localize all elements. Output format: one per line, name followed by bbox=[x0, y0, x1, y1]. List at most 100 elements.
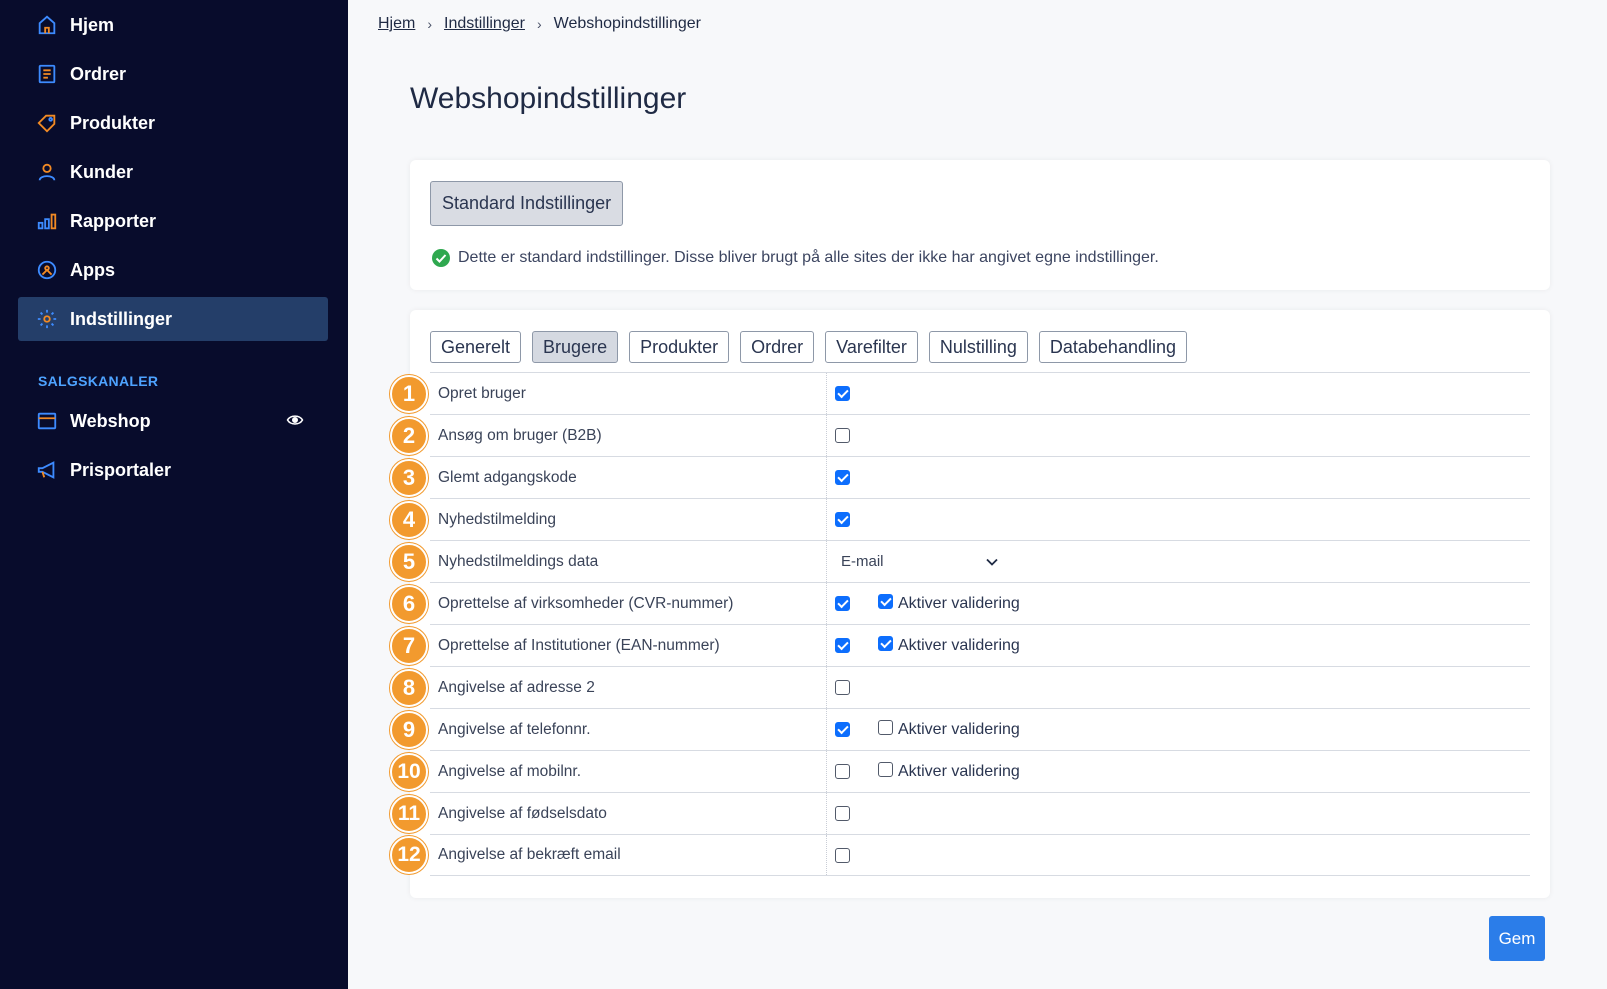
validation-label: Aktiver validering bbox=[898, 720, 1020, 738]
sidebar-item-hjem[interactable]: Hjem bbox=[18, 3, 328, 47]
table-row: 6 Oprettelse af virksomheder (CVR-nummer)… bbox=[390, 582, 1530, 624]
eye-icon[interactable] bbox=[286, 411, 304, 429]
setting-control bbox=[827, 667, 850, 708]
store-icon bbox=[36, 410, 58, 432]
megaphone-icon bbox=[36, 459, 58, 481]
setting-control: Aktiver validering bbox=[827, 751, 1020, 792]
sidebar-item-rapporter[interactable]: Rapporter bbox=[18, 199, 328, 243]
table-row: 2 Ansøg om bruger (B2B) bbox=[390, 414, 1530, 456]
gear-icon bbox=[36, 308, 58, 330]
sidebar-item-label: Ordrer bbox=[70, 63, 127, 84]
newsletter-data-select[interactable]: E-mail bbox=[835, 547, 1005, 577]
step-number-badge: 12 bbox=[390, 836, 428, 874]
standard-note: Dette er standard indstillinger. Disse b… bbox=[431, 248, 1159, 268]
table-row: 1 Opret bruger bbox=[390, 372, 1530, 414]
tag-icon bbox=[36, 112, 58, 134]
tab-produkter[interactable]: Produkter bbox=[629, 331, 730, 363]
standard-note-text: Dette er standard indstillinger. Disse b… bbox=[458, 249, 1159, 266]
standard-settings-card: Standard Indstillinger Dette er standard… bbox=[410, 160, 1550, 290]
table-row: 10 Angivelse af mobilnr. Aktiver validerin… bbox=[390, 750, 1530, 792]
setting-checkbox[interactable] bbox=[835, 680, 850, 695]
sidebar-item-ordrer[interactable]: Ordrer bbox=[18, 52, 328, 96]
sidebar-item-label: Indstillinger bbox=[70, 308, 173, 329]
step-number-badge: 11 bbox=[390, 794, 428, 833]
setting-control bbox=[827, 373, 850, 414]
setting-control bbox=[827, 415, 850, 456]
user-icon bbox=[36, 161, 58, 183]
setting-checkbox[interactable] bbox=[835, 847, 850, 863]
setting-checkbox[interactable] bbox=[835, 806, 850, 821]
user-settings-card: Generelt Brugere Produkter Ordrer Varefi… bbox=[390, 310, 1550, 898]
save-button[interactable]: Gem bbox=[1489, 916, 1545, 961]
setting-label: Angivelse af mobilnr. bbox=[430, 751, 827, 792]
setting-label: Angivelse af bekræft email bbox=[430, 835, 827, 875]
validation-option: Aktiver validering bbox=[878, 636, 1020, 655]
tab-brugere[interactable]: Brugere bbox=[532, 331, 619, 363]
check-circle-icon bbox=[431, 248, 451, 268]
setting-checkbox[interactable] bbox=[835, 428, 850, 443]
sidebar-item-webshop[interactable]: Webshop bbox=[18, 399, 328, 443]
sidebar-item-apps[interactable]: Apps bbox=[18, 248, 328, 292]
section-label: SALGSKANALER bbox=[38, 373, 159, 389]
apps-icon bbox=[36, 259, 58, 281]
sidebar-item-label: Hjem bbox=[70, 14, 115, 35]
sidebar-item-prisportaler[interactable]: Prisportaler bbox=[18, 448, 328, 492]
validation-option: Aktiver validering bbox=[878, 720, 1020, 739]
setting-checkbox[interactable] bbox=[835, 596, 850, 611]
table-row: 12 Angivelse af bekræft email bbox=[390, 834, 1530, 876]
step-number-badge: 2 bbox=[390, 416, 428, 455]
bar-chart-icon bbox=[36, 210, 58, 232]
setting-control: Aktiver validering bbox=[827, 583, 1020, 624]
step-number-badge: 4 bbox=[390, 500, 428, 539]
tab-generelt[interactable]: Generelt bbox=[430, 331, 522, 363]
validation-label: Aktiver validering bbox=[898, 762, 1020, 780]
sidebar-item-label: Apps bbox=[70, 259, 115, 280]
setting-control: Aktiver validering bbox=[827, 625, 1020, 666]
tab-databehandling[interactable]: Databehandling bbox=[1038, 331, 1187, 363]
validation-label: Aktiver validering bbox=[898, 636, 1020, 654]
sidebar-item-produkter[interactable]: Produkter bbox=[18, 101, 328, 145]
chevron-right-icon: › bbox=[427, 16, 433, 32]
sidebar-item-indstillinger[interactable]: Indstillinger bbox=[18, 297, 328, 341]
chevron-right-icon: › bbox=[536, 16, 542, 32]
chevron-down-icon bbox=[985, 555, 999, 569]
validation-checkbox[interactable] bbox=[878, 720, 893, 735]
setting-control bbox=[827, 793, 850, 834]
setting-label: Angivelse af fødselsdato bbox=[430, 793, 827, 834]
sidebar-item-kunder[interactable]: Kunder bbox=[18, 150, 328, 194]
setting-control bbox=[827, 835, 850, 875]
setting-label: Opret bruger bbox=[430, 373, 827, 414]
breadcrumb-link-hjem[interactable]: Hjem bbox=[378, 15, 415, 33]
setting-checkbox[interactable] bbox=[835, 470, 850, 485]
sidebar-item-label: Kunder bbox=[70, 161, 133, 182]
table-row: 4 Nyhedstilmelding bbox=[390, 498, 1530, 540]
tab-nulstilling[interactable]: Nulstilling bbox=[928, 331, 1028, 363]
setting-checkbox[interactable] bbox=[835, 512, 850, 527]
validation-checkbox[interactable] bbox=[878, 636, 893, 651]
validation-option: Aktiver validering bbox=[878, 762, 1020, 781]
standard-settings-button[interactable]: Standard Indstillinger bbox=[430, 181, 624, 226]
tab-varefilter[interactable]: Varefilter bbox=[825, 331, 918, 363]
validation-option: Aktiver validering bbox=[878, 594, 1020, 613]
settings-table: 1 Opret bruger 2 Ansøg om bruger (B2B) 3 Glem… bbox=[390, 372, 1530, 876]
breadcrumb: Hjem › Indstillinger › Webshopindstillin… bbox=[378, 15, 701, 33]
step-number-badge: 8 bbox=[390, 668, 428, 707]
step-number-badge: 10 bbox=[390, 752, 428, 791]
setting-checkbox[interactable] bbox=[835, 722, 850, 737]
setting-label: Angivelse af telefonnr. bbox=[430, 709, 827, 750]
step-number-badge: 3 bbox=[390, 458, 428, 497]
sidebar-item-label: Prisportaler bbox=[70, 459, 172, 480]
page-title: Webshopindstillinger bbox=[410, 82, 687, 115]
table-row: 8 Angivelse af adresse 2 bbox=[390, 666, 1530, 708]
setting-checkbox[interactable] bbox=[835, 764, 850, 779]
home-icon bbox=[36, 14, 58, 36]
validation-checkbox[interactable] bbox=[878, 594, 893, 609]
setting-checkbox[interactable] bbox=[835, 638, 850, 653]
tab-ordrer[interactable]: Ordrer bbox=[740, 331, 815, 363]
validation-checkbox[interactable] bbox=[878, 762, 893, 777]
setting-control: Aktiver validering bbox=[827, 709, 1020, 750]
setting-label: Nyhedstilmelding bbox=[430, 499, 827, 540]
setting-checkbox[interactable] bbox=[835, 386, 850, 401]
sidebar: Hjem Ordrer Produkter Kunder Rapporter A… bbox=[0, 0, 348, 989]
breadcrumb-link-indstillinger[interactable]: Indstillinger bbox=[444, 15, 525, 33]
